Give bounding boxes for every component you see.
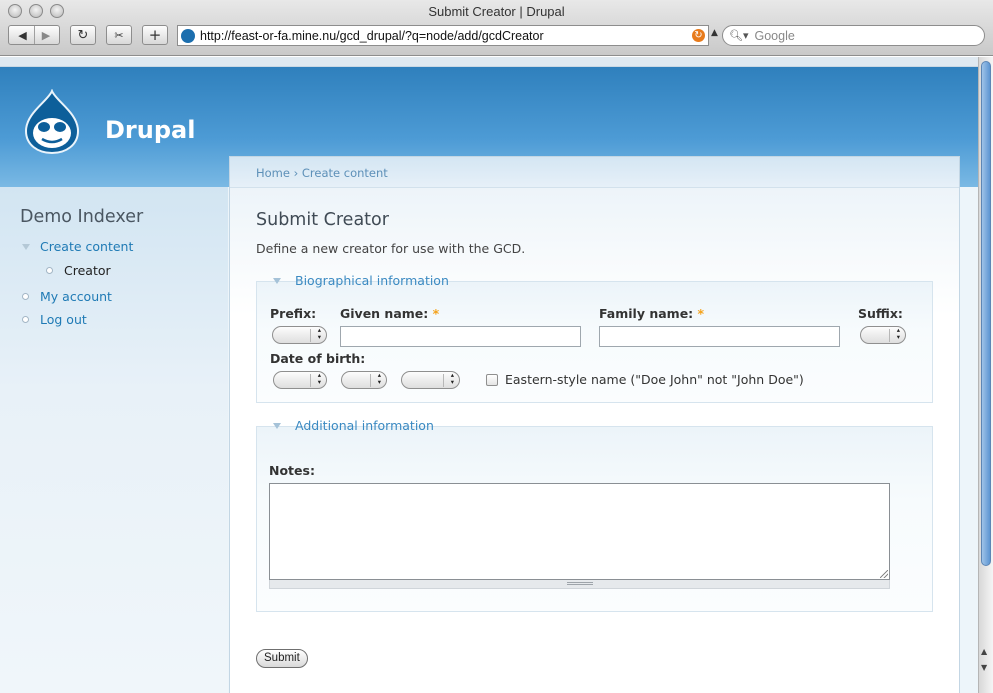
scrollbar-thumb[interactable] bbox=[981, 61, 991, 566]
reload-icon: ↻ bbox=[77, 27, 89, 43]
collapse-triangle-icon bbox=[273, 422, 281, 429]
plus-icon: + bbox=[148, 26, 162, 44]
breadcrumb-create-content-link[interactable]: Create content bbox=[302, 166, 388, 180]
breadcrumb-separator: › bbox=[293, 166, 299, 180]
eastern-style-label[interactable]: Eastern-style name ("Doe John" not "John… bbox=[505, 372, 804, 387]
back-forward-buttons: ◀ ▶ bbox=[8, 25, 60, 45]
screenshot-button[interactable]: ✂ bbox=[106, 25, 132, 45]
reload-button[interactable]: ↻ bbox=[70, 25, 96, 45]
title-bar: Submit Creator | Drupal bbox=[0, 0, 993, 22]
address-bar: ↻ bbox=[177, 25, 709, 46]
collapse-triangle-icon bbox=[273, 277, 281, 284]
page-description: Define a new creator for use with the GC… bbox=[256, 241, 526, 256]
favicon-icon bbox=[181, 28, 195, 43]
suffix-select[interactable] bbox=[860, 326, 906, 344]
url-input[interactable] bbox=[200, 28, 690, 43]
page-viewport: Drupal Demo Indexer Create content Creat… bbox=[0, 57, 978, 693]
forward-arrow-icon[interactable]: ▶ bbox=[34, 26, 57, 44]
prefix-select[interactable] bbox=[272, 326, 327, 344]
additional-fieldset: Additional information Notes: bbox=[256, 418, 933, 612]
content-area: Submit Creator Define a new creator for … bbox=[230, 188, 959, 693]
textarea-grippie[interactable] bbox=[269, 580, 890, 589]
given-name-label: Given name: * bbox=[340, 306, 439, 321]
sidebar-item-label: Creator bbox=[64, 263, 111, 278]
date-of-birth-label: Date of birth: bbox=[270, 351, 366, 366]
search-input[interactable] bbox=[754, 28, 975, 43]
sidebar-item-label[interactable]: Log out bbox=[40, 312, 87, 327]
sidebar-item-log-out[interactable]: Log out bbox=[22, 312, 87, 327]
sidebar-item-creator: Creator bbox=[46, 263, 111, 278]
vertical-scrollbar[interactable]: ▲ ▼ bbox=[978, 57, 993, 693]
given-name-label-text: Given name: bbox=[340, 306, 429, 321]
legend-label: Additional information bbox=[295, 418, 434, 433]
legend-label: Biographical information bbox=[295, 273, 449, 288]
birth-month-select[interactable] bbox=[273, 371, 327, 389]
drupal-logo-icon[interactable] bbox=[22, 89, 82, 155]
required-marker: * bbox=[432, 306, 440, 321]
biographical-legend[interactable]: Biographical information bbox=[269, 273, 453, 288]
scissors-icon: ✂ bbox=[114, 28, 124, 42]
browser-chrome: Submit Creator | Drupal ◀ ▶ ↻ ✂ + ↻ ▲ 🔍︎… bbox=[0, 0, 993, 56]
birth-day-select[interactable] bbox=[341, 371, 387, 389]
eastern-style-checkbox[interactable] bbox=[486, 374, 498, 386]
expanded-triangle-icon bbox=[22, 243, 30, 250]
prefix-label: Prefix: bbox=[270, 306, 317, 321]
sidebar-item-label[interactable]: Create content bbox=[40, 239, 133, 254]
main-content: Home › Create content Submit Creator Def… bbox=[229, 156, 960, 693]
resize-corner-icon[interactable] bbox=[880, 570, 888, 578]
window-title: Submit Creator | Drupal bbox=[428, 4, 565, 19]
notes-label: Notes: bbox=[269, 463, 315, 478]
suffix-label: Suffix: bbox=[858, 306, 903, 321]
site-name[interactable]: Drupal bbox=[105, 116, 195, 144]
sidebar: Demo Indexer Create content Creator My a… bbox=[0, 187, 228, 693]
submit-button[interactable]: Submit bbox=[256, 649, 308, 668]
required-marker: * bbox=[697, 306, 705, 321]
family-name-label: Family name: * bbox=[599, 306, 704, 321]
url-dropdown-icon[interactable]: ▲ bbox=[711, 28, 718, 38]
sidebar-title: Demo Indexer bbox=[20, 207, 144, 227]
scroll-down-arrow-icon[interactable]: ▼ bbox=[981, 663, 987, 672]
given-name-input[interactable] bbox=[340, 326, 581, 347]
notes-textarea[interactable] bbox=[269, 483, 890, 580]
search-bar: 🔍︎▾ bbox=[722, 25, 985, 46]
breadcrumb: Home › Create content bbox=[230, 157, 959, 188]
search-icon[interactable]: 🔍︎▾ bbox=[729, 29, 749, 42]
breadcrumb-trail: Home › Create content bbox=[256, 166, 388, 180]
scroll-up-arrow-icon[interactable]: ▲ bbox=[981, 647, 987, 656]
bullet-icon bbox=[22, 316, 29, 323]
breadcrumb-home-link[interactable]: Home bbox=[256, 166, 290, 180]
add-bookmark-button[interactable]: + bbox=[142, 25, 168, 45]
bullet-icon bbox=[22, 293, 29, 300]
biographical-fieldset: Biographical information Prefix: Given n… bbox=[256, 273, 933, 403]
rss-reload-icon[interactable]: ↻ bbox=[692, 29, 705, 42]
bullet-icon bbox=[46, 267, 53, 274]
sidebar-item-my-account[interactable]: My account bbox=[22, 289, 112, 304]
sidebar-item-create-content[interactable]: Create content bbox=[22, 239, 133, 254]
top-band bbox=[0, 57, 978, 67]
additional-legend[interactable]: Additional information bbox=[269, 418, 438, 433]
page-title: Submit Creator bbox=[256, 210, 389, 230]
family-name-label-text: Family name: bbox=[599, 306, 694, 321]
back-arrow-icon[interactable]: ◀ bbox=[11, 26, 34, 44]
family-name-input[interactable] bbox=[599, 326, 840, 347]
sidebar-item-label[interactable]: My account bbox=[40, 289, 112, 304]
birth-year-select[interactable] bbox=[401, 371, 460, 389]
